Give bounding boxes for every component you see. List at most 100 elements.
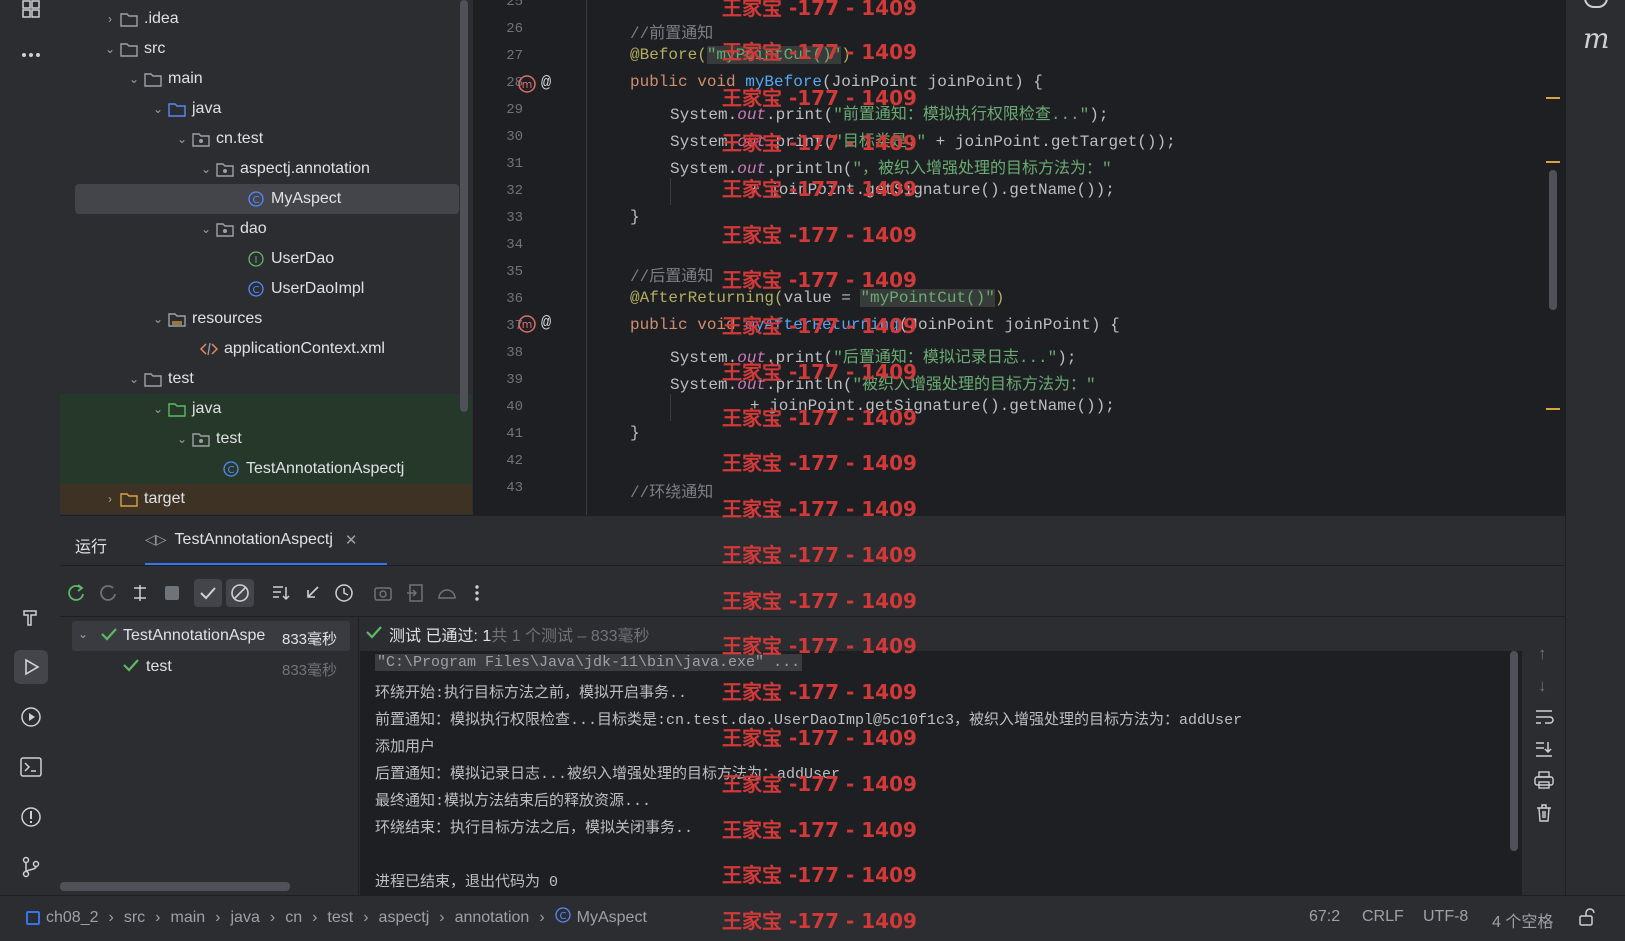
chevron-down-icon[interactable]: ⌄ xyxy=(174,432,190,446)
build-icon[interactable] xyxy=(14,600,48,634)
tree-item-testannotationaspectj[interactable]: C TestAnnotationAspectj xyxy=(60,454,472,484)
tree-item-test[interactable]: ⌄ test xyxy=(60,364,472,394)
test-pass-text: 测试 已通过: 1 xyxy=(389,628,492,645)
collapse-icon[interactable] xyxy=(298,579,326,607)
print-icon[interactable] xyxy=(1534,771,1554,794)
file-encoding[interactable]: UTF-8 xyxy=(1423,908,1468,926)
caret-position[interactable]: 67:2 xyxy=(1309,908,1340,926)
breadcrumb-item[interactable]: test xyxy=(327,909,353,927)
test-tree-scrollbar[interactable] xyxy=(60,882,290,891)
rerun-icon[interactable] xyxy=(62,579,90,607)
tree-item-myaspect[interactable]: C MyAspect xyxy=(75,184,459,214)
chevron-right-icon[interactable]: › xyxy=(102,12,118,26)
breadcrumb-item[interactable]: MyAspect xyxy=(577,909,647,927)
breadcrumb-item[interactable]: src xyxy=(124,909,145,927)
tree-item-main[interactable]: ⌄ main xyxy=(60,64,472,94)
tree-item-label: test xyxy=(168,370,194,387)
coverage-icon[interactable] xyxy=(433,579,461,607)
breadcrumb-item[interactable]: java xyxy=(231,909,260,927)
chevron-right-icon[interactable]: › xyxy=(102,492,118,506)
more-icon[interactable] xyxy=(14,38,48,72)
folder-icon xyxy=(118,10,140,28)
line-number: 29 xyxy=(506,102,523,118)
tree-item-src[interactable]: ⌄ src xyxy=(60,34,472,64)
chevron-down-icon[interactable]: ⌄ xyxy=(126,72,142,86)
breadcrumb-item[interactable]: aspectj xyxy=(379,909,430,927)
project-icon[interactable] xyxy=(14,0,48,26)
close-icon[interactable]: ✕ xyxy=(345,531,358,549)
show-passed-icon[interactable] xyxy=(194,579,222,607)
tree-item-label: aspectj.annotation xyxy=(240,160,370,177)
chevron-down-icon[interactable]: ⌄ xyxy=(198,162,214,176)
tree-item-test-java[interactable]: ⌄ java xyxy=(60,394,472,424)
run-icon[interactable] xyxy=(14,650,48,684)
chevron-down-icon[interactable]: ⌄ xyxy=(150,402,166,416)
chevron-down-icon[interactable]: ⌄ xyxy=(126,372,142,386)
pass-check-icon xyxy=(122,657,140,678)
arrow-down-icon[interactable]: ↓ xyxy=(1538,676,1547,696)
git-icon[interactable] xyxy=(14,850,48,884)
services-icon[interactable] xyxy=(14,700,48,734)
rerun-failed-icon[interactable] xyxy=(94,579,122,607)
sort-icon[interactable] xyxy=(266,579,294,607)
tree-item-userdaoimpl[interactable]: C UserDaoImpl xyxy=(60,274,472,304)
svg-text:I: I xyxy=(255,255,258,266)
notifications-icon[interactable] xyxy=(1584,0,1608,8)
lock-icon[interactable] xyxy=(1578,908,1596,931)
indent-setting[interactable]: 4 个空格 xyxy=(1492,908,1553,932)
warning-marker[interactable] xyxy=(1546,97,1560,99)
console-scrollbar[interactable] xyxy=(1510,651,1518,851)
warning-marker[interactable] xyxy=(1546,408,1560,410)
warning-marker[interactable] xyxy=(1546,161,1560,163)
chevron-down-icon[interactable]: ⌄ xyxy=(102,42,118,56)
chevron-down-icon[interactable]: ⌄ xyxy=(78,627,88,641)
annotation-marker-icon[interactable]: @ xyxy=(541,314,551,333)
advice-marker-icon[interactable]: m xyxy=(517,314,537,339)
console-output[interactable]: "C:\Program Files\Java\jdk-11\bin\java.e… xyxy=(360,651,1522,896)
arrow-up-icon[interactable]: ↑ xyxy=(1538,644,1547,664)
line-separator[interactable]: CRLF xyxy=(1362,908,1404,926)
tree-item-cn-test[interactable]: ⌄ cn.test xyxy=(60,124,472,154)
chevron-down-icon[interactable]: ⌄ xyxy=(150,102,166,116)
more-vertical-icon[interactable] xyxy=(463,579,491,607)
test-tree-child[interactable]: test 833毫秒 xyxy=(72,652,350,682)
history-icon[interactable] xyxy=(330,579,358,607)
screenshot-icon[interactable] xyxy=(369,579,397,607)
code-editor[interactable]: 25 26 27 28 29 30 31 32 33 34 35 36 37 3… xyxy=(473,0,1565,515)
watermark-text: 王家宝 -177 - 1409 xyxy=(722,680,917,704)
tree-item-applicationcontext[interactable]: applicationContext.xml xyxy=(60,334,472,364)
tab-run-config[interactable]: ◁▷ TestAnnotationAspectj ✕ xyxy=(145,531,387,566)
problems-icon[interactable] xyxy=(14,800,48,834)
trash-icon[interactable] xyxy=(1534,803,1554,828)
tree-scrollbar[interactable] xyxy=(460,0,468,412)
chevron-down-icon[interactable]: ⌄ xyxy=(150,312,166,326)
terminal-icon[interactable] xyxy=(14,750,48,784)
toggle-auto-test-icon[interactable] xyxy=(126,579,154,607)
tree-item-aspectj-annotation[interactable]: ⌄ aspectj.annotation xyxy=(60,154,472,184)
soft-wrap-icon[interactable] xyxy=(1534,708,1554,731)
breadcrumb-item[interactable]: ch08_2 xyxy=(46,909,99,927)
tree-item-test-package[interactable]: ⌄ test xyxy=(60,424,472,454)
class-icon: C xyxy=(245,190,267,208)
test-tree-root[interactable]: ⌄ TestAnnotationAspe 833毫秒 xyxy=(72,621,350,651)
watermark-text: 王家宝 -177 - 1409 xyxy=(722,268,917,292)
breadcrumb-item[interactable]: main xyxy=(170,909,205,927)
chevron-down-icon[interactable]: ⌄ xyxy=(174,132,190,146)
scroll-to-end-icon[interactable] xyxy=(1534,740,1554,763)
tree-item-idea[interactable]: › .idea xyxy=(60,4,472,34)
breadcrumb-item[interactable]: annotation xyxy=(455,909,530,927)
tree-item-java[interactable]: ⌄ java xyxy=(60,94,472,124)
tree-item-dao[interactable]: ⌄ dao xyxy=(60,214,472,244)
advice-marker-icon[interactable]: m xyxy=(517,74,537,99)
annotation-marker-icon[interactable]: @ xyxy=(541,74,551,93)
tree-item-target[interactable]: › target xyxy=(60,484,472,514)
editor-scrollbar[interactable] xyxy=(1549,170,1557,310)
breadcrumb-item[interactable]: cn xyxy=(285,909,302,927)
tree-item-resources[interactable]: ⌄ resources xyxy=(60,304,472,334)
maven-icon[interactable]: m xyxy=(1583,22,1610,55)
show-ignored-icon[interactable] xyxy=(226,579,254,607)
stop-icon[interactable] xyxy=(158,579,186,607)
import-icon[interactable] xyxy=(401,579,429,607)
chevron-down-icon[interactable]: ⌄ xyxy=(198,222,214,236)
tree-item-userdao[interactable]: I UserDao xyxy=(60,244,472,274)
